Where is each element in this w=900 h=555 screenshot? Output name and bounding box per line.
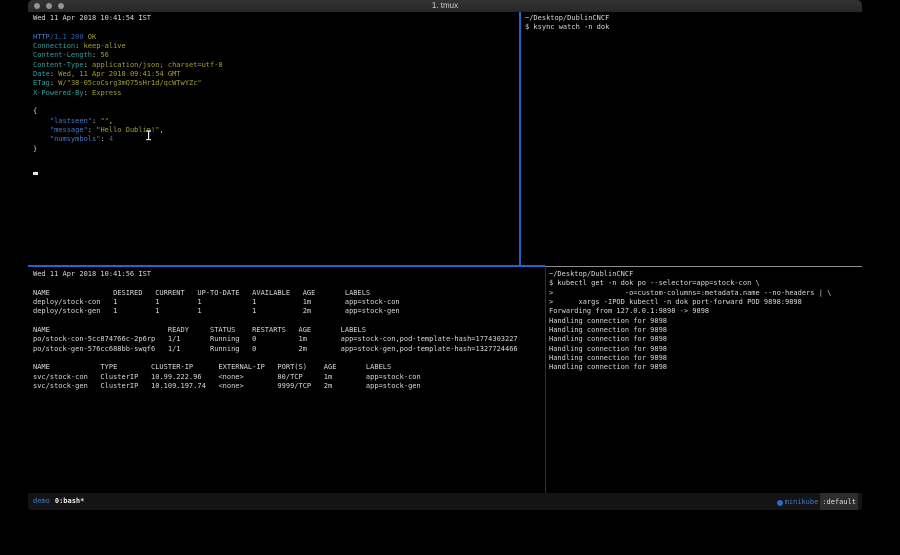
window-title: 1. tmux (28, 0, 862, 12)
window-tab-bash[interactable]: 0:bash* (55, 497, 85, 505)
terminal-line: po/stock-con-5cc874766c-2p6rp 1/1 Runnin… (33, 335, 545, 344)
terminal-line: $ kubectl get -n dok po --selector=app=s… (549, 279, 862, 288)
terminal-line: { (33, 107, 519, 116)
terminal-line: Connection: keep-alive (33, 42, 519, 51)
terminal-line: "numsymbols": 4 (33, 135, 519, 144)
terminal-line: HTTP/1.1 200 OK (33, 33, 519, 42)
terminal-line (33, 354, 545, 363)
terminal-line: X-Powered-By: Express (33, 89, 519, 98)
tmux-session: Wed 11 Apr 2018 10:41:54 IST HTTP/1.1 20… (28, 12, 862, 510)
pane-ksync-watch[interactable]: ~/Desktop/DublinCNCF$ ksync watch -n dok (521, 12, 862, 265)
terminal-line (33, 317, 545, 326)
terminal-line: $ ksync watch -n dok (525, 23, 862, 32)
terminal-line: "lastseen": "", (33, 117, 519, 126)
pane-http-response[interactable]: Wed 11 Apr 2018 10:41:54 IST HTTP/1.1 20… (28, 12, 519, 265)
terminal-line: Wed 11 Apr 2018 10:41:56 IST (33, 270, 545, 279)
terminal-line: Wed 11 Apr 2018 10:41:54 IST (33, 14, 519, 23)
terminal-line: > -o=custom-columns=:metadata.name --no-… (549, 289, 862, 298)
terminal-line: Date: Wed, 11 Apr 2018 09:41:54 GMT (33, 70, 519, 79)
terminal-window: 1. tmux Wed 11 Apr 2018 10:41:54 IST HTT… (28, 0, 862, 510)
terminal-line: Content-Type: application/json; charset=… (33, 61, 519, 70)
terminal-line: } (33, 145, 519, 154)
terminal-line: ~/Desktop/DublinCNCF (525, 14, 862, 23)
terminal-line: ~/Desktop/DublinCNCF (549, 270, 862, 279)
pane-divider-vertical[interactable] (545, 267, 546, 493)
pane-divider-vertical-active[interactable] (519, 12, 521, 266)
terminal-line: Forwarding from 127.0.0.1:9898 -> 9898 (549, 307, 862, 316)
terminal-line: NAME DESIRED CURRENT UP-TO-DATE AVAILABL… (33, 289, 545, 298)
session-name: demo (33, 497, 50, 505)
pane-divider-horizontal[interactable] (545, 266, 862, 267)
pane-kubectl-get[interactable]: Wed 11 Apr 2018 10:41:56 IST NAME DESIRE… (28, 267, 545, 493)
window-titlebar: 1. tmux (28, 0, 862, 12)
status-left: demo 0:bash* (33, 493, 84, 510)
tmux-status-bar: demo 0:bash* minikube:default (28, 493, 862, 510)
terminal-line: Content-Length: 56 (33, 51, 519, 60)
terminal-block-cursor (33, 172, 38, 175)
status-right: minikube:default (777, 493, 858, 510)
terminal-line: Handling connection for 9898 (549, 326, 862, 335)
pane-port-forward[interactable]: ~/Desktop/DublinCNCF$ kubectl get -n dok… (546, 267, 862, 493)
terminal-line: Handling connection for 9898 (549, 335, 862, 344)
kube-context: minikube (785, 494, 819, 510)
pane-divider-horizontal-active[interactable] (28, 265, 545, 267)
terminal-line: Handling connection for 9898 (549, 317, 862, 326)
kubernetes-helm-icon (777, 500, 783, 506)
text-cursor-pointer-icon (145, 126, 153, 145)
terminal-line: ETag: W/"38-05coCsrg3mQ75sHr1d/qcWTwYZc" (33, 79, 519, 88)
terminal-line: Handling connection for 9898 (549, 363, 862, 372)
terminal-line: "message": "Hello Dublin!", (33, 126, 519, 135)
terminal-line: deploy/stock-con 1 1 1 1 1m app=stock-co… (33, 298, 545, 307)
kube-namespace: :default (820, 493, 858, 510)
terminal-line: svc/stock-gen ClusterIP 10.109.197.74 <n… (33, 382, 545, 391)
terminal-line (33, 23, 519, 32)
terminal-line: NAME READY STATUS RESTARTS AGE LABELS (33, 326, 545, 335)
terminal-line: svc/stock-con ClusterIP 10.99.222.96 <no… (33, 373, 545, 382)
terminal-line: po/stock-gen-576cc688bb-swqf6 1/1 Runnin… (33, 345, 545, 354)
terminal-line: Handling connection for 9898 (549, 354, 862, 363)
terminal-line (33, 279, 545, 288)
terminal-line (33, 98, 519, 107)
terminal-line: > xargs -IPOD kubectl -n dok port-forwar… (549, 298, 862, 307)
terminal-line: deploy/stock-gen 1 1 1 1 2m app=stock-ge… (33, 307, 545, 316)
terminal-line: NAME TYPE CLUSTER-IP EXTERNAL-IP PORT(S)… (33, 363, 545, 372)
terminal-line: Handling connection for 9898 (549, 345, 862, 354)
